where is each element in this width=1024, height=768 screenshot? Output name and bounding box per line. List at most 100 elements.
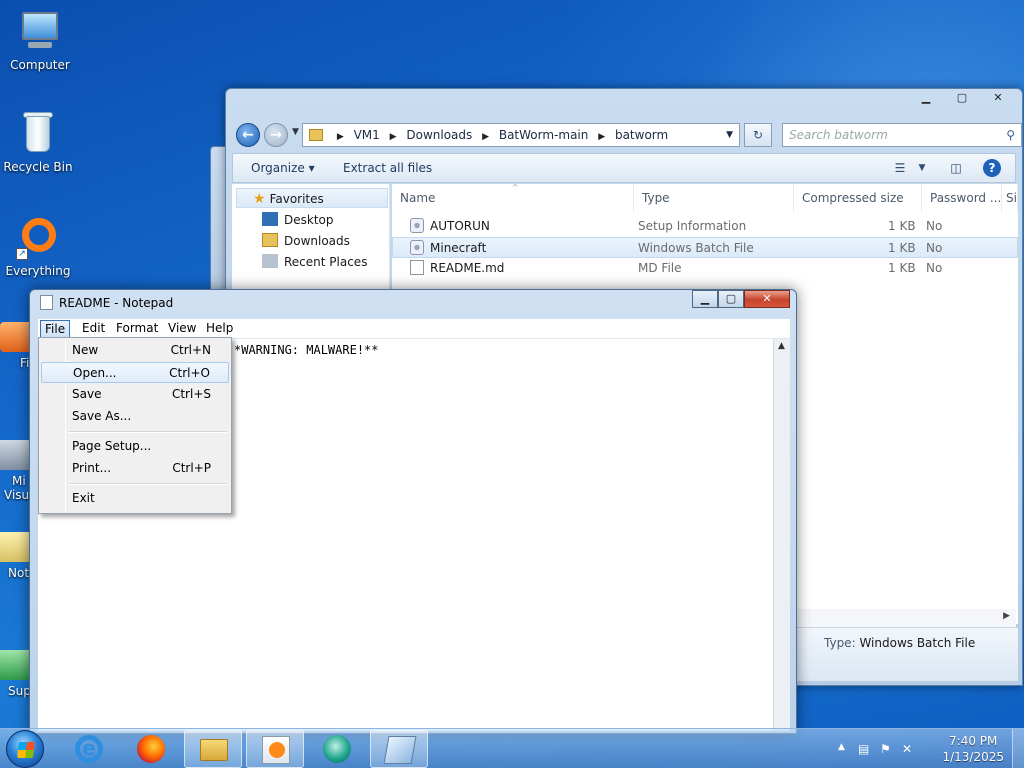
refresh-button[interactable]: ↻ [744,123,772,147]
search-icon[interactable]: ⚲ [1006,124,1015,146]
computer-icon [18,10,62,54]
menu-item-save-as[interactable]: Save As... [41,406,229,427]
forward-button[interactable]: → [264,123,288,147]
network-icon[interactable]: ▤ [858,742,869,756]
table-row[interactable]: AUTORUN Setup Information 1 KB No [392,216,1018,237]
table-row[interactable]: README.md MD File 1 KB No [392,258,1018,279]
menu-help[interactable]: Help [202,320,237,338]
organize-button[interactable]: Organize ▾ [251,154,315,182]
address-dropdown-icon[interactable]: ▼ [726,124,733,146]
desktop-icon-label: Computer [10,58,70,72]
scroll-right-icon[interactable]: ▶ [1003,611,1010,621]
address-bar[interactable]: ▶ VM1 ▶ Downloads ▶ BatWorm-main ▶ batwo… [302,123,740,147]
desktop-icon-label: Fi [20,356,30,370]
minimize-button[interactable]: ▁ [908,90,944,108]
close-button[interactable]: ✕ [980,90,1016,108]
extract-all-button[interactable]: Extract all files [343,154,432,182]
recent-pages-dropdown-icon[interactable]: ▼ [292,127,299,137]
column-label: Name [400,191,436,205]
breadcrumb-vm1[interactable]: VM1 [354,128,380,142]
scroll-up-icon[interactable]: ▲ [778,341,785,351]
breadcrumb-separator-icon[interactable]: ▶ [390,132,397,142]
taskbar-app-circle[interactable] [308,730,366,768]
horizontal-scrollbar[interactable]: ▶ [796,609,1016,627]
column-header-compressed-size[interactable]: Compressed size [794,184,922,212]
show-hidden-icons-icon[interactable]: ▲ [838,742,845,752]
menu-edit[interactable]: Edit [78,320,109,338]
nav-downloads[interactable]: Downloads [262,231,350,251]
column-header-size[interactable]: Si [1002,184,1018,212]
breadcrumb-downloads[interactable]: Downloads [406,128,472,142]
breadcrumb-separator-icon[interactable]: ▶ [482,132,489,142]
desktop-icon-recycle-bin[interactable]: Recycle Bin [0,112,76,174]
menu-item-print[interactable]: Print... Ctrl+P [41,458,229,479]
command-bar: Organize ▾ Extract all files ☰ ▼ ◫ ? [232,153,1016,183]
back-button[interactable]: ← [236,123,260,147]
firefox-icon [137,735,165,763]
file-name: README.md [430,261,505,275]
volume-muted-icon[interactable]: ✕ [902,742,912,756]
menu-file[interactable]: File [40,320,71,338]
breadcrumb-separator-icon[interactable]: ▶ [598,132,605,142]
show-desktop-button[interactable] [1012,729,1024,768]
column-header-type[interactable]: Type [634,184,794,212]
file-size: 1 KB [888,241,916,255]
star-icon: ★ [253,191,266,207]
view-dropdown-icon[interactable]: ▼ [911,158,933,178]
desktop-icon-everything[interactable]: ↗ Everything [0,216,76,278]
clock-time: 7:40 PM [949,734,998,748]
clock[interactable]: 7:40 PM 1/13/2025 [942,733,1004,765]
menu-item-label: Page Setup... [72,439,152,453]
menu-bar: File Edit Format View Help [38,319,790,339]
file-type: Windows Batch File [638,241,754,255]
search-input[interactable]: Search batworm ⚲ [782,123,1022,147]
sort-ascending-icon: ^ [512,184,519,192]
nav-desktop[interactable]: Desktop [262,210,334,230]
column-header-password[interactable]: Password ... [922,184,1002,212]
desktop-icon-label: Not [8,566,30,580]
clock-date: 1/13/2025 [942,750,1004,764]
recycle-bin-icon [16,112,60,156]
folder-icon [200,739,228,761]
column-header-name[interactable]: Name ^ [392,184,634,212]
shortcut-arrow-icon: ↗ [16,248,28,260]
preview-pane-icon[interactable]: ◫ [945,158,967,178]
menu-item-page-setup[interactable]: Page Setup... [41,436,229,457]
desktop-icon-computer[interactable]: Computer [2,10,78,72]
system-tray: ▲ ▤ ⚑ ✕ 7:40 PM 1/13/2025 [834,729,1024,768]
taskbar-media-player[interactable] [246,730,304,768]
breadcrumb-separator-icon[interactable]: ▶ [337,132,344,142]
menu-item-open[interactable]: Open... Ctrl+O [41,362,229,383]
breadcrumb-batworm[interactable]: batworm [615,128,668,142]
text-file-icon [410,260,424,275]
document-text: *WARNING: MALWARE!** [234,343,379,357]
menu-item-save[interactable]: Save Ctrl+S [41,384,229,405]
close-button[interactable]: ✕ [744,290,790,308]
menu-format[interactable]: Format [112,320,162,338]
table-row[interactable]: Minecraft Windows Batch File 1 KB No [392,237,1018,258]
menu-view[interactable]: View [164,320,200,338]
maximize-button[interactable]: ▢ [944,90,980,108]
menu-item-exit[interactable]: Exit [41,488,229,509]
taskbar-internet-explorer[interactable]: e [60,730,118,768]
notepad-icon [40,295,53,310]
taskbar-notepad[interactable] [370,730,428,768]
taskbar-firefox[interactable] [122,730,180,768]
desktop-icon-label: Sup [8,684,31,698]
help-icon[interactable]: ? [983,159,1001,177]
file-size: 1 KB [888,219,916,233]
taskbar-file-explorer[interactable] [184,730,242,768]
maximize-button[interactable]: ▢ [718,290,744,308]
start-button[interactable] [6,730,44,768]
vertical-scrollbar[interactable]: ▲ [773,339,790,731]
nav-favorites[interactable]: ★ Favorites [236,188,388,208]
menu-item-new[interactable]: New Ctrl+N [41,340,229,361]
menu-separator [69,483,227,485]
window-title: README - Notepad [40,295,173,310]
search-placeholder: Search batworm [789,128,888,142]
nav-recent-places[interactable]: Recent Places [262,252,367,272]
view-options-icon[interactable]: ☰ [889,158,911,178]
action-center-flag-icon[interactable]: ⚑ [880,742,891,756]
minimize-button[interactable]: ▁ [692,290,718,308]
breadcrumb-batworm-main[interactable]: BatWorm-main [499,128,589,142]
